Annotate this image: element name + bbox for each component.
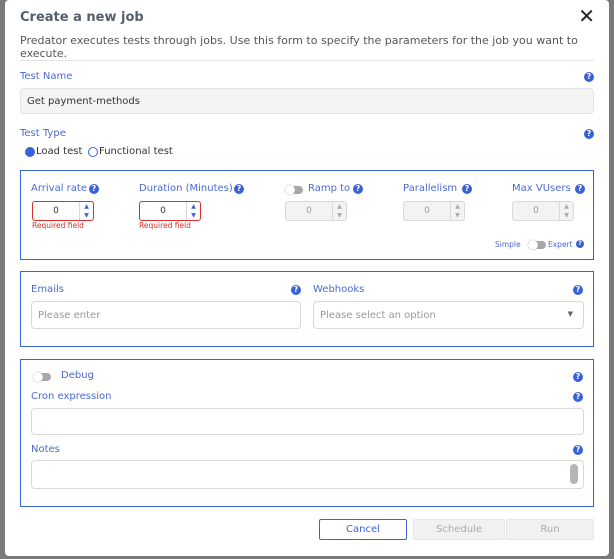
test-name-label: Test Name xyxy=(20,71,73,82)
stepper[interactable]: ▲ ▼ xyxy=(450,202,464,220)
load-test-label[interactable]: Load test xyxy=(36,146,82,157)
help-icon[interactable]: ? xyxy=(576,240,584,248)
notes-label: Notes xyxy=(31,444,60,455)
help-icon[interactable]: ? xyxy=(584,129,594,139)
emails-label: Emails xyxy=(31,284,64,295)
notes-textarea[interactable] xyxy=(31,460,584,489)
webhooks-label: Webhooks xyxy=(313,284,365,295)
dialog-title: Create a new job xyxy=(20,10,144,25)
stepper[interactable]: ▲ ▼ xyxy=(559,202,573,220)
cancel-button[interactable]: Cancel xyxy=(319,519,407,540)
ramp-to-label: Ramp to xyxy=(308,183,351,194)
help-icon[interactable]: ? xyxy=(573,392,583,402)
dialog-subtitle: Predator executes tests through jobs. Us… xyxy=(20,34,578,60)
mode-simple-label[interactable]: Simple xyxy=(495,240,521,249)
webhooks-placeholder: Please select an option xyxy=(320,309,436,321)
help-icon[interactable]: ? xyxy=(234,184,244,194)
webhooks-select[interactable]: Please select an option ▼ xyxy=(313,301,584,329)
functional-test-label[interactable]: Functional test xyxy=(99,146,173,157)
arrival-rate-error: Required field xyxy=(32,221,84,230)
load-test-radio[interactable] xyxy=(25,147,35,157)
help-icon[interactable]: ? xyxy=(573,445,583,455)
arrival-rate-label: Arrival rate xyxy=(31,183,87,194)
run-button[interactable]: Run xyxy=(506,519,594,540)
stepper[interactable]: ▲ ▼ xyxy=(186,202,200,220)
mode-expert-label[interactable]: Expert xyxy=(548,240,573,249)
advanced-panel: Debug ? Cron expression ? Notes ? xyxy=(20,359,594,507)
test-type-label: Test Type xyxy=(20,128,66,139)
help-icon[interactable]: ? xyxy=(291,285,301,295)
create-job-dialog: Create a new job ✕ Predator executes tes… xyxy=(5,0,609,556)
help-icon[interactable]: ? xyxy=(89,184,99,194)
max-vusers-input[interactable]: 0 ▲ ▼ xyxy=(512,201,574,221)
notes-scrollbar[interactable] xyxy=(570,464,578,484)
cron-input[interactable] xyxy=(31,408,584,435)
duration-error: Required field xyxy=(139,221,191,230)
schedule-button[interactable]: Schedule xyxy=(413,519,505,540)
help-icon[interactable]: ? xyxy=(353,184,363,194)
mode-toggle[interactable] xyxy=(528,240,546,250)
max-vusers-label: Max VUsers xyxy=(512,183,571,194)
close-icon[interactable]: ✕ xyxy=(578,6,595,26)
stepper[interactable]: ▲ ▼ xyxy=(79,202,93,220)
functional-test-radio[interactable] xyxy=(88,147,98,157)
stepper[interactable]: ▲ ▼ xyxy=(332,202,346,220)
load-parameters-panel: Arrival rate ? 0 ▲ ▼ Required field Durat… xyxy=(20,170,594,260)
ramp-to-toggle[interactable] xyxy=(285,185,303,195)
cron-label: Cron expression xyxy=(31,391,112,402)
notifications-panel: Emails ? Please enter Webhooks ? Please … xyxy=(20,271,594,347)
help-icon[interactable]: ? xyxy=(573,372,583,382)
duration-input[interactable]: 0 ▲ ▼ xyxy=(139,201,201,221)
help-icon[interactable]: ? xyxy=(584,72,594,82)
chevron-down-icon[interactable]: ▼ xyxy=(568,310,573,318)
debug-label: Debug xyxy=(61,370,94,381)
divider xyxy=(20,60,594,61)
ramp-to-input[interactable]: 0 ▲ ▼ xyxy=(285,201,347,221)
help-icon[interactable]: ? xyxy=(462,184,472,194)
debug-toggle[interactable] xyxy=(33,372,51,382)
parallelism-label: Parallelism xyxy=(403,183,458,194)
duration-label: Duration (Minutes) xyxy=(139,183,233,194)
help-icon[interactable]: ? xyxy=(575,184,585,194)
test-name-input[interactable]: Get payment-methods xyxy=(20,88,594,114)
arrival-rate-input[interactable]: 0 ▲ ▼ xyxy=(32,201,94,221)
emails-input[interactable]: Please enter xyxy=(31,301,301,329)
help-icon[interactable]: ? xyxy=(573,285,583,295)
parallelism-input[interactable]: 0 ▲ ▼ xyxy=(403,201,465,221)
